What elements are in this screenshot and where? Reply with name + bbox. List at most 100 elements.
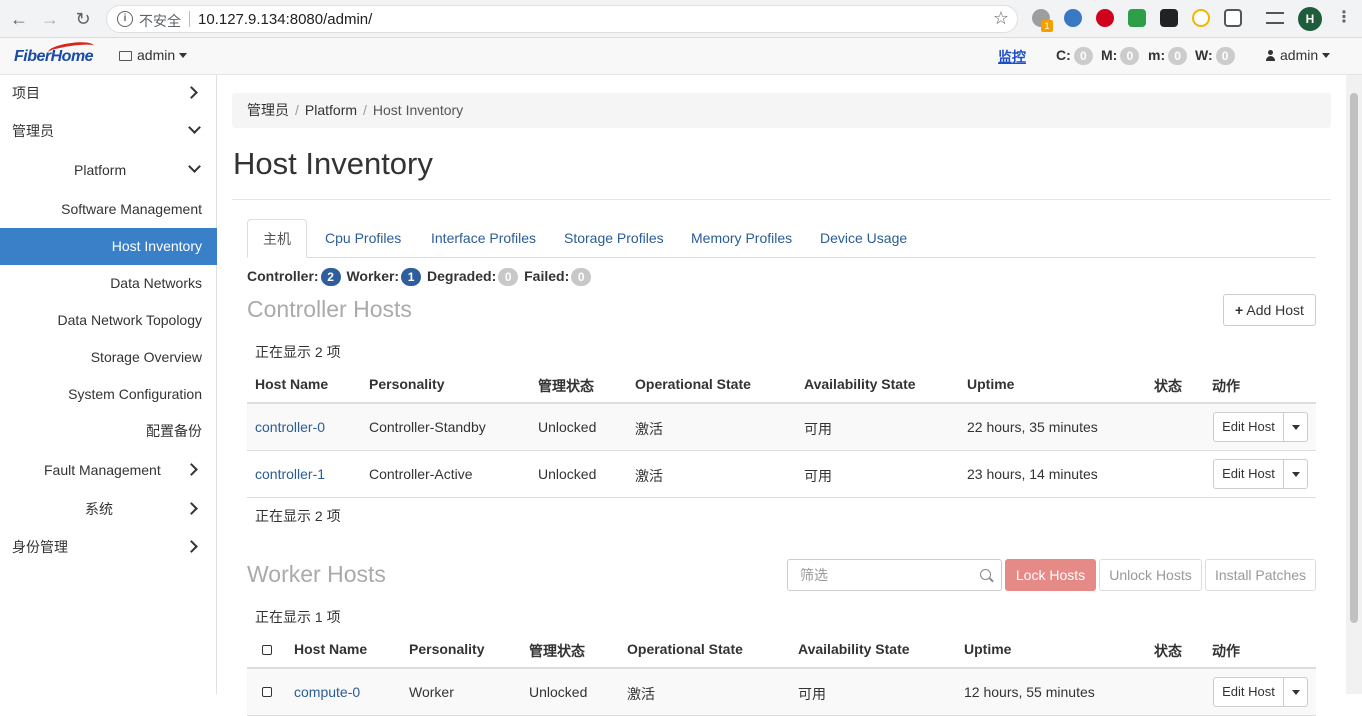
bookmark-star-icon[interactable]: ☆ xyxy=(993,8,1009,29)
forward-arrow-icon[interactable]: → xyxy=(40,9,60,29)
sidebar-item-config-backup[interactable]: 配置备份 xyxy=(0,413,217,450)
row-actions-dropdown-toggle[interactable] xyxy=(1285,460,1308,488)
breadcrumb-item[interactable]: Platform xyxy=(305,102,357,118)
host-summary: Controller: 2 Worker: 1 Degraded: 0 Failed:… xyxy=(247,268,593,286)
column-header[interactable]: 状态 xyxy=(1154,376,1182,396)
reading-list-icon[interactable] xyxy=(1266,12,1284,24)
url-text[interactable]: 10.127.9.134:8080/admin/ xyxy=(198,11,372,28)
filter-input[interactable] xyxy=(789,561,969,589)
install-patches-button[interactable]: Install Patches xyxy=(1205,559,1316,591)
summary-badge: 0 xyxy=(498,268,519,286)
summary-label: Failed: xyxy=(524,268,570,284)
personality-cell: Controller-Active xyxy=(369,466,473,482)
alarm-critical[interactable]: C: 0 xyxy=(1056,47,1093,65)
user-dropdown[interactable]: admin xyxy=(1266,47,1331,63)
sidebar-item-identity[interactable]: 身份管理 xyxy=(0,529,217,566)
extension-icon[interactable] xyxy=(1128,9,1146,27)
info-icon[interactable]: i xyxy=(117,11,133,27)
edit-host-button[interactable]: Edit Host xyxy=(1214,460,1284,488)
column-header[interactable]: Uptime xyxy=(967,376,1014,392)
extension-icon[interactable] xyxy=(1064,9,1082,27)
sidebar-item-platform[interactable]: Platform xyxy=(0,152,217,189)
sidebar-item-data-networks[interactable]: Data Networks xyxy=(0,265,217,302)
profile-avatar[interactable]: H xyxy=(1298,7,1322,31)
column-header[interactable]: 状态 xyxy=(1154,641,1182,661)
sidebar-item-storage-overview[interactable]: Storage Overview xyxy=(0,339,217,376)
edit-host-split-button: Edit Host xyxy=(1213,412,1308,442)
breadcrumb: 管理员 / Platform / Host Inventory xyxy=(232,93,1331,128)
sidebar-item-host-inventory[interactable]: Host Inventory xyxy=(0,228,217,265)
summary-badge: 1 xyxy=(401,268,422,286)
add-host-label: Add Host xyxy=(1246,302,1304,318)
monitor-link[interactable]: 监控 xyxy=(998,47,1026,67)
availability-state-cell: 可用 xyxy=(798,686,826,702)
add-host-button[interactable]: + Add Host xyxy=(1223,294,1316,326)
table-row: compute-0 Worker Unlocked 激活 可用 12 hours… xyxy=(247,669,1316,716)
column-header[interactable]: Availability State xyxy=(804,376,916,392)
address-bar[interactable]: i 不安全 10.127.9.134:8080/admin/ ☆ xyxy=(106,5,1018,33)
more-menu-icon[interactable]: ⋮ xyxy=(1336,9,1352,27)
sidebar: 项目 管理员 Platform Software Management Host… xyxy=(0,75,217,694)
search-icon[interactable] xyxy=(980,569,991,580)
column-header: 动作 xyxy=(1212,643,1240,659)
column-header[interactable]: Uptime xyxy=(964,641,1011,657)
tab-storage-profiles[interactable]: Storage Profiles xyxy=(564,219,664,258)
title-divider xyxy=(232,199,1331,200)
tab-device-usage[interactable]: Device Usage xyxy=(820,219,907,258)
alarm-badge: 0 xyxy=(1215,47,1235,65)
tab-memory-profiles[interactable]: Memory Profiles xyxy=(691,219,792,258)
column-header[interactable]: Host Name xyxy=(255,376,328,392)
breadcrumb-item[interactable]: 管理员 xyxy=(247,102,289,118)
lock-hosts-button[interactable]: Lock Hosts xyxy=(1005,559,1096,591)
row-select-checkbox[interactable] xyxy=(262,687,272,697)
tab-hosts[interactable]: 主机 xyxy=(247,219,307,258)
reload-icon[interactable]: ↻ xyxy=(73,9,93,29)
alarm-minor[interactable]: m: 0 xyxy=(1148,47,1188,65)
sidebar-item-fault-management[interactable]: Fault Management xyxy=(0,452,217,489)
sidebar-item-data-network-topology[interactable]: Data Network Topology xyxy=(0,302,217,339)
column-header[interactable]: Host Name xyxy=(294,641,367,657)
host-name-link[interactable]: compute-0 xyxy=(294,684,360,700)
adblock-extension-icon[interactable] xyxy=(1096,9,1114,27)
app-header: FiberHome admin 监控 C: 0 M: 0 m: 0 W: 0 admin xyxy=(0,38,1362,75)
column-header[interactable]: Availability State xyxy=(798,641,910,657)
project-icon xyxy=(119,51,132,61)
row-actions-dropdown-toggle[interactable] xyxy=(1285,413,1308,441)
alarm-label: C: xyxy=(1056,47,1071,63)
tab-bar: 主机 Cpu Profiles Interface Profiles Stora… xyxy=(247,219,1316,258)
scrollbar-thumb[interactable] xyxy=(1350,93,1358,623)
row-actions-dropdown-toggle[interactable] xyxy=(1285,678,1308,706)
sidebar-item-system[interactable]: 系统 xyxy=(0,491,217,528)
edit-host-button[interactable]: Edit Host xyxy=(1214,413,1284,441)
project-dropdown[interactable]: admin xyxy=(119,47,188,63)
extension-icon[interactable] xyxy=(1192,9,1210,27)
column-header[interactable]: Personality xyxy=(369,376,444,392)
column-header[interactable]: 管理状态 xyxy=(538,376,594,396)
unlock-hosts-button[interactable]: Unlock Hosts xyxy=(1099,559,1202,591)
extension-icon[interactable] xyxy=(1160,9,1178,27)
chevron-right-icon xyxy=(185,540,198,553)
select-all-checkbox[interactable] xyxy=(262,645,272,655)
sidebar-item-system-configuration[interactable]: System Configuration xyxy=(0,376,217,413)
host-name-link[interactable]: controller-0 xyxy=(255,419,325,435)
sidebar-item-project[interactable]: 项目 xyxy=(0,75,217,112)
tab-cpu-profiles[interactable]: Cpu Profiles xyxy=(325,219,401,258)
edit-host-button[interactable]: Edit Host xyxy=(1214,678,1284,706)
alarm-major[interactable]: M: 0 xyxy=(1101,47,1140,65)
edit-host-split-button: Edit Host xyxy=(1213,459,1308,489)
summary-label: Degraded: xyxy=(427,268,497,284)
host-name-link[interactable]: controller-1 xyxy=(255,466,325,482)
tab-interface-profiles[interactable]: Interface Profiles xyxy=(431,219,536,258)
column-header[interactable]: 管理状态 xyxy=(529,641,585,661)
alarm-warning[interactable]: W: 0 xyxy=(1195,47,1235,65)
back-arrow-icon[interactable]: ← xyxy=(9,9,29,29)
column-header[interactable]: Personality xyxy=(409,641,484,657)
sidebar-item-admin[interactable]: 管理员 xyxy=(0,113,217,150)
qr-code-icon[interactable] xyxy=(1224,9,1242,27)
page-title: Host Inventory xyxy=(233,146,433,181)
sidebar-item-software-management[interactable]: Software Management xyxy=(0,191,217,228)
page-scrollbar[interactable] xyxy=(1346,75,1362,694)
column-header[interactable]: Operational State xyxy=(635,376,751,392)
alarm-label: m: xyxy=(1148,47,1166,63)
column-header[interactable]: Operational State xyxy=(627,641,743,657)
